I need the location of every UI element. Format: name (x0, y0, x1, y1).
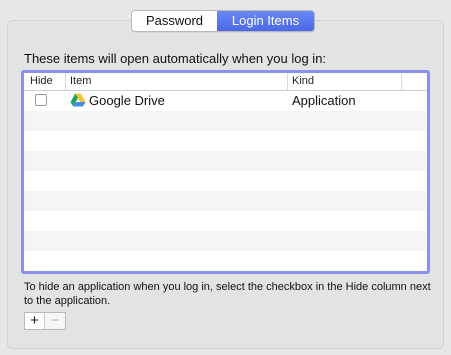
login-items-table[interactable]: Hide Item Kind Google Drive Application (21, 70, 430, 274)
table-row[interactable]: Google Drive Application (24, 91, 427, 111)
table-row-empty (24, 111, 427, 131)
table-row-empty (24, 151, 427, 171)
table-row-empty (24, 271, 427, 274)
table-row-empty (24, 191, 427, 211)
intro-text: These items will open automatically when… (24, 51, 327, 66)
item-kind: Application (292, 93, 356, 108)
table-row-empty (24, 211, 427, 231)
remove-item-button[interactable]: − (45, 313, 65, 329)
tab-bar: Password Login Items (131, 10, 315, 32)
add-remove-buttons: + − (24, 312, 66, 330)
hide-checkbox[interactable] (35, 94, 47, 106)
column-header-item[interactable]: Item (66, 73, 288, 90)
help-text: To hide an application when you log in, … (24, 281, 431, 307)
table-header: Hide Item Kind (24, 73, 427, 91)
table-row-empty (24, 231, 427, 251)
column-header-hide[interactable]: Hide (24, 73, 66, 90)
tab-login-items[interactable]: Login Items (217, 11, 314, 31)
table-rows: Google Drive Application (24, 91, 427, 274)
table-row-empty (24, 251, 427, 271)
column-header-kind[interactable]: Kind (288, 73, 402, 90)
table-row-empty (24, 131, 427, 151)
google-drive-icon (70, 93, 86, 107)
table-row-empty (24, 171, 427, 191)
tab-password[interactable]: Password (132, 11, 217, 31)
add-item-button[interactable]: + (25, 313, 45, 329)
item-name: Google Drive (89, 93, 165, 108)
